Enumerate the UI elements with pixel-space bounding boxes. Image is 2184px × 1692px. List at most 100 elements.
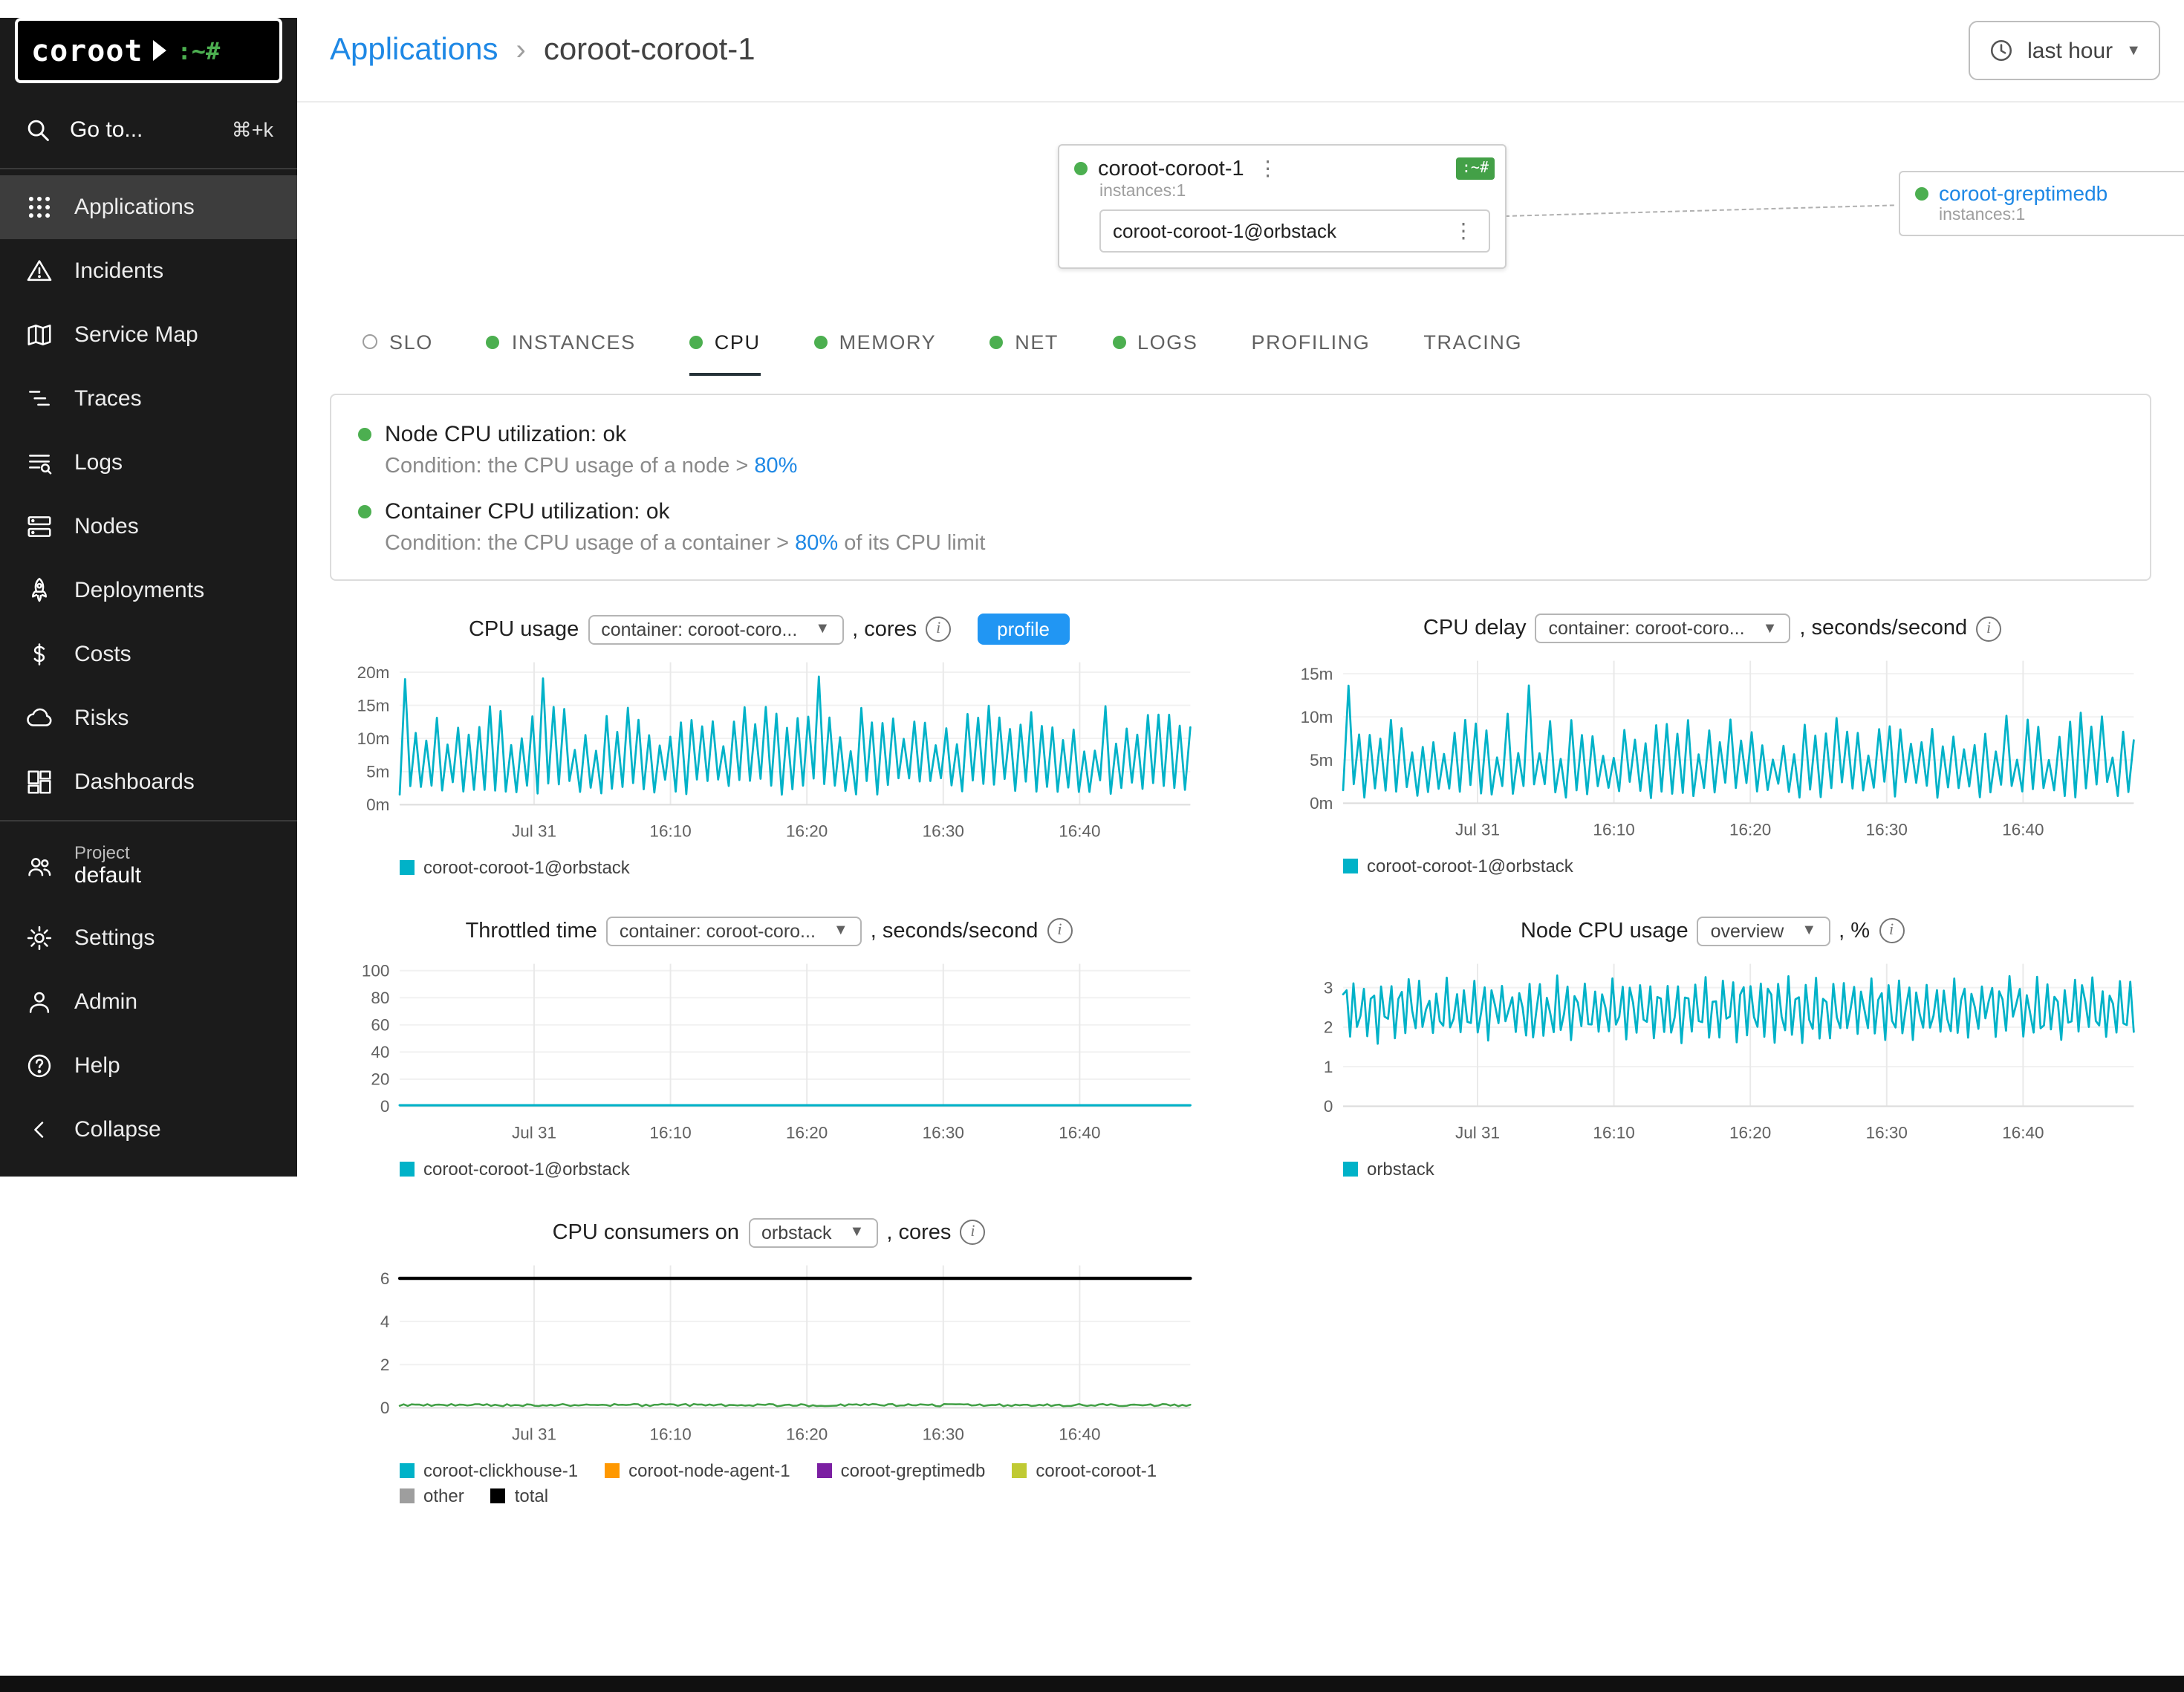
- sidebar-item-label: Nodes: [74, 514, 139, 539]
- chart-selector-dropdown[interactable]: overview▼: [1697, 917, 1830, 946]
- time-range-picker[interactable]: last hour ▼: [1968, 21, 2160, 80]
- condition-threshold[interactable]: 80%: [754, 455, 797, 478]
- project-selector[interactable]: Project default: [0, 827, 297, 906]
- project-label: Project: [74, 842, 141, 864]
- instance-chip[interactable]: coroot-coroot-1@orbstack ⋮: [1099, 209, 1490, 253]
- check-condition: Condition: the CPU usage of a node > 80%: [385, 455, 2123, 478]
- series-coroot-coroot-1-orbstack: [400, 677, 1190, 795]
- chart-title: CPU usage: [469, 617, 579, 641]
- legend-item-coroot-greptimedb[interactable]: coroot-greptimedb: [817, 1460, 986, 1481]
- sidebar-item-nodes[interactable]: Nodes: [0, 495, 297, 559]
- sidebar-item-settings[interactable]: Settings: [0, 906, 297, 970]
- status-dot: [1915, 186, 1928, 200]
- info-icon[interactable]: i: [1879, 919, 1904, 944]
- profile-button[interactable]: profile: [978, 614, 1069, 645]
- map-icon: [25, 321, 53, 349]
- sidebar-item-logs[interactable]: Logs: [0, 431, 297, 495]
- chart-legend: coroot-clickhouse-1 coroot-node-agent-1 co…: [400, 1460, 1205, 1506]
- sidebar-item-help[interactable]: Help: [0, 1034, 297, 1098]
- check-node-cpu: Node CPU utilization: ok Condition: the …: [358, 422, 2123, 478]
- info-icon[interactable]: i: [960, 1220, 985, 1246]
- sidebar-item-incidents[interactable]: Incidents: [0, 239, 297, 303]
- legend-label: total: [515, 1486, 548, 1506]
- kebab-menu-icon[interactable]: ⋮: [1255, 156, 1281, 181]
- kebab-menu-icon[interactable]: ⋮: [1450, 218, 1477, 244]
- sidebar-item-deployments[interactable]: Deployments: [0, 559, 297, 622]
- svg-text:16:10: 16:10: [1593, 820, 1634, 839]
- chart-legend: coroot-coroot-1@orbstack: [400, 1159, 1205, 1179]
- svg-text:0m: 0m: [1310, 794, 1333, 813]
- svg-text:60: 60: [371, 1016, 389, 1035]
- sidebar-item-traces[interactable]: Traces: [0, 367, 297, 431]
- sidebar-item-service-map[interactable]: Service Map: [0, 303, 297, 367]
- tab-instances[interactable]: INSTANCES: [487, 310, 636, 376]
- tab-profiling[interactable]: PROFILING: [1251, 310, 1370, 376]
- legend-item-coroot-coroot-1-orbstack[interactable]: coroot-coroot-1@orbstack: [400, 1159, 630, 1179]
- sidebar-item-risks[interactable]: Risks: [0, 686, 297, 750]
- tab-logs[interactable]: LOGS: [1112, 310, 1197, 376]
- search-icon: [24, 116, 52, 144]
- condition-text: Condition: the CPU usage of a container …: [385, 532, 795, 556]
- svg-text:100: 100: [362, 962, 390, 980]
- sidebar-item-label: Costs: [74, 642, 131, 667]
- legend-swatch: [817, 1463, 832, 1478]
- peer-card[interactable]: coroot-greptimedb instances:1: [1899, 171, 2184, 236]
- warning-icon: [25, 257, 53, 285]
- chevron-down-icon: ▼: [1763, 620, 1778, 637]
- tab-cpu[interactable]: CPU: [689, 310, 761, 376]
- tab-net[interactable]: NET: [989, 310, 1059, 376]
- status-dot: [1074, 162, 1088, 175]
- svg-text:15m: 15m: [357, 696, 390, 715]
- svg-text:16:10: 16:10: [649, 1425, 691, 1443]
- chart-selector-dropdown[interactable]: container: coroot-coro... ▼: [1535, 614, 1791, 643]
- breadcrumb-current: coroot-coroot-1: [544, 33, 755, 68]
- sidebar-item-dashboards[interactable]: Dashboards: [0, 750, 297, 814]
- bottom-bar: [0, 1676, 2184, 1692]
- info-icon[interactable]: i: [926, 616, 951, 642]
- chart-selector-value: container: coroot-coro...: [1549, 618, 1745, 639]
- legend-item-coroot-coroot-1-orbstack[interactable]: coroot-coroot-1@orbstack: [1343, 856, 1573, 876]
- peer-name-link[interactable]: coroot-greptimedb: [1939, 181, 2107, 205]
- page: coroot :~# Go to... ⌘+k ApplicationsInci…: [0, 0, 2184, 1692]
- tab-status-dot: [814, 335, 828, 348]
- sidebar-item-costs[interactable]: Costs: [0, 622, 297, 686]
- info-icon[interactable]: i: [1047, 919, 1072, 944]
- svg-text:5m: 5m: [366, 763, 389, 781]
- tab-tracing[interactable]: TRACING: [1423, 310, 1522, 376]
- chart-selector-dropdown[interactable]: orbstack▼: [748, 1218, 877, 1248]
- sidebar-item-admin[interactable]: Admin: [0, 970, 297, 1034]
- condition-threshold[interactable]: 80%: [795, 532, 838, 556]
- svg-text:16:20: 16:20: [786, 821, 828, 840]
- legend-item-coroot-node-agent-1[interactable]: coroot-node-agent-1: [605, 1460, 790, 1481]
- svg-text:20m: 20m: [357, 663, 390, 682]
- legend-item-orbstack[interactable]: orbstack: [1343, 1159, 1434, 1179]
- tab-memory[interactable]: MEMORY: [814, 310, 937, 376]
- svg-text:2: 2: [380, 1356, 390, 1374]
- check-condition: Condition: the CPU usage of a container …: [385, 532, 2123, 556]
- service-map-strip: coroot-coroot-1 ⋮ :~# instances:1 coroot…: [297, 103, 2184, 310]
- svg-text:15m: 15m: [1301, 665, 1333, 683]
- sidebar-item-label: Service Map: [74, 322, 198, 348]
- nodes-icon: [25, 513, 53, 541]
- sidebar-item-applications[interactable]: Applications: [0, 175, 297, 239]
- coroot-logo[interactable]: coroot :~#: [15, 18, 282, 83]
- chart-selector-dropdown[interactable]: container: coroot-coro...▼: [588, 614, 843, 644]
- tab-slo[interactable]: SLO: [363, 310, 433, 376]
- legend-item-total[interactable]: total: [491, 1486, 548, 1506]
- sidebar-item-collapse[interactable]: Collapse: [0, 1098, 297, 1162]
- app-card[interactable]: coroot-coroot-1 ⋮ :~# instances:1 coroot…: [1058, 144, 1507, 269]
- go-to-search[interactable]: Go to... ⌘+k: [0, 98, 297, 162]
- chart-title: CPU consumers on: [553, 1221, 739, 1245]
- legend-item-coroot-coroot-1[interactable]: coroot-coroot-1: [1012, 1460, 1157, 1481]
- legend-item-coroot-coroot-1-orbstack[interactable]: coroot-coroot-1@orbstack: [400, 857, 630, 878]
- header: Applications › coroot-coroot-1 last hour…: [297, 0, 2184, 103]
- chart-selector-dropdown[interactable]: container: coroot-coro...▼: [606, 917, 862, 946]
- info-icon[interactable]: i: [1976, 616, 2001, 641]
- legend-item-coroot-clickhouse-1[interactable]: coroot-clickhouse-1: [400, 1460, 578, 1481]
- chart-title: Throttled time: [466, 920, 597, 943]
- breadcrumb-applications[interactable]: Applications: [330, 33, 498, 68]
- check-title: Container CPU utilization: ok: [385, 499, 670, 524]
- tab-label: LOGS: [1137, 331, 1197, 353]
- legend-label: orbstack: [1367, 1159, 1434, 1179]
- legend-item-other[interactable]: other: [400, 1486, 464, 1506]
